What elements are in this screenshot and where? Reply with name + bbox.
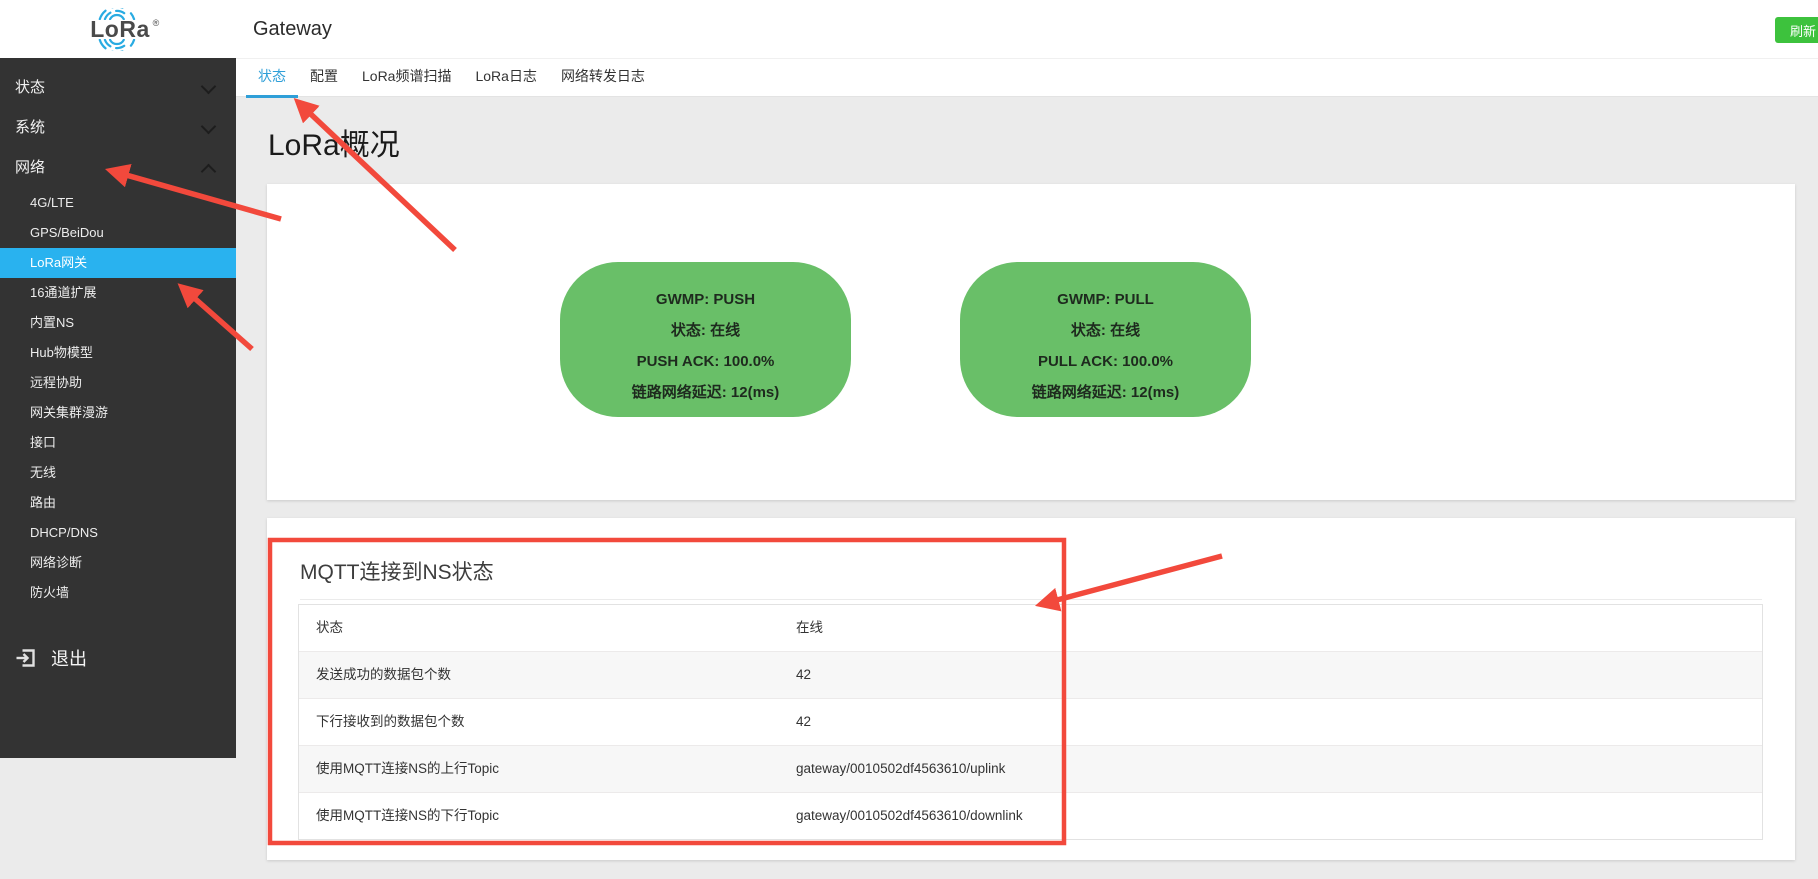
gwmp-push-card: GWMP: PUSH 状态: 在线 PUSH ACK: 100.0% 链路网络延迟: … — [560, 262, 851, 417]
sidebar-group[interactable]: 系统 — [0, 108, 236, 148]
gwmp-pull-card: GWMP: PULL 状态: 在线 PULL ACK: 100.0% 链路网络延迟: … — [960, 262, 1251, 417]
refresh-button[interactable]: 刷新 — [1775, 17, 1818, 43]
sidebar-group-label: 状态 — [15, 79, 46, 96]
divider — [300, 599, 1762, 600]
tab[interactable]: LoRa频谱扫描 — [350, 59, 463, 98]
page-title: LoRa概况 — [268, 129, 400, 162]
gwmp-card-line: 链路网络延迟: 12(ms) — [631, 384, 780, 401]
gwmp-status-panel: GWMP: PUSH 状态: 在线 PUSH ACK: 100.0% 链路网络延迟: … — [267, 184, 1795, 500]
sidebar-item[interactable]: 无线 — [0, 458, 236, 488]
tab[interactable]: LoRa日志 — [463, 59, 548, 98]
sidebar-group-label: 网络 — [15, 159, 46, 176]
table-row: 状态 在线 — [299, 605, 1762, 651]
header: LoRa ® Gateway 刷新 — [0, 0, 1818, 58]
sidebar-item[interactable]: 防火墙 — [0, 578, 236, 608]
sidebar-item[interactable]: 网络诊断 — [0, 548, 236, 578]
table-row-label: 下行接收到的数据包个数 — [316, 714, 465, 729]
table-row-value: gateway/0010502df4563610/uplink — [796, 761, 1006, 776]
mqtt-status-table: 状态 在线 发送成功的数据包个数 42 下行接收到的数据包个数 42 使用MQT… — [298, 604, 1763, 840]
mqtt-status-panel: MQTT连接到NS状态 状态 在线 发送成功的数据包个数 42 下行接收到的数据… — [267, 518, 1795, 860]
logout-button[interactable]: 退出 — [0, 640, 236, 676]
table-row-value: 42 — [796, 714, 812, 729]
tab[interactable]: 状态 — [246, 59, 298, 98]
logo-signal-arcs-icon — [98, 39, 136, 51]
sidebar-item[interactable]: 内置NS — [0, 308, 236, 338]
table-row-value: gateway/0010502df4563610/downlink — [796, 808, 1023, 823]
gwmp-card-line: GWMP: PUSH — [655, 291, 756, 308]
sidebar-item[interactable]: GPS/BeiDou — [0, 218, 236, 248]
chevron-up-icon — [200, 163, 217, 180]
gwmp-card-line: PULL ACK: 100.0% — [1037, 353, 1174, 370]
page-header-title: Gateway — [253, 18, 332, 40]
table-row-value: 在线 — [796, 620, 823, 635]
sidebar-item[interactable]: LoRa网关 — [0, 248, 236, 278]
sidebar: 状态 系统 网络 4G/LTE GPS/BeiDou LoRa网关 16通道扩展 内置N… — [0, 58, 236, 758]
tab[interactable]: 配置 — [298, 59, 350, 98]
gwmp-card-line: PUSH ACK: 100.0% — [636, 353, 775, 370]
gwmp-card-line: 链路网络延迟: 12(ms) — [1031, 384, 1180, 401]
sidebar-item[interactable]: 16通道扩展 — [0, 278, 236, 308]
tab[interactable]: 网络转发日志 — [549, 59, 657, 98]
table-row: 发送成功的数据包个数 42 — [299, 651, 1762, 698]
logo-signal-arcs-icon — [98, 8, 136, 20]
gwmp-card-line: GWMP: PULL — [1057, 291, 1154, 308]
table-row-label: 使用MQTT连接NS的上行Topic — [316, 761, 500, 776]
logout-label: 退出 — [51, 649, 87, 669]
lora-logo: LoRa ® — [72, 4, 168, 54]
table-row-label: 使用MQTT连接NS的下行Topic — [316, 808, 500, 823]
gwmp-card-line: 状态: 在线 — [670, 322, 741, 339]
sidebar-item[interactable]: 网关集群漫游 — [0, 398, 236, 428]
sidebar-item[interactable]: DHCP/DNS — [0, 518, 236, 548]
chevron-down-icon — [200, 78, 217, 95]
table-row: 下行接收到的数据包个数 42 — [299, 698, 1762, 745]
table-row: 使用MQTT连接NS的上行Topic gateway/0010502df4563… — [299, 745, 1762, 792]
table-row-value: 42 — [796, 667, 812, 682]
table-row: 使用MQTT连接NS的下行Topic gateway/0010502df4563… — [299, 792, 1762, 839]
table-row-label: 发送成功的数据包个数 — [316, 667, 451, 682]
sidebar-item[interactable]: 4G/LTE — [0, 188, 236, 218]
app-window: LoRa ® Gateway 刷新 状态 系统 网络 4G/LTE GPS/Be… — [0, 0, 1818, 879]
lora-logo-text: LoRa ® — [90, 8, 159, 51]
sidebar-item[interactable]: 远程协助 — [0, 368, 236, 398]
sidebar-group[interactable]: 网络 — [0, 148, 236, 188]
sidebar-item[interactable]: 路由 — [0, 488, 236, 518]
tab-bar: 状态 配置 LoRa频谱扫描 LoRa日志 网络转发日志 — [236, 58, 1818, 98]
logout-icon — [16, 649, 35, 667]
sidebar-group-label: 系统 — [15, 119, 46, 136]
table-row-label: 状态 — [316, 620, 343, 635]
chevron-down-icon — [200, 118, 217, 135]
mqtt-section-heading: MQTT连接到NS状态 — [300, 561, 494, 584]
sidebar-group[interactable]: 状态 — [0, 68, 236, 108]
sidebar-item[interactable]: 接口 — [0, 428, 236, 458]
registered-mark: ® — [152, 18, 160, 28]
gwmp-card-line: 状态: 在线 — [1070, 322, 1141, 339]
sidebar-item[interactable]: Hub物模型 — [0, 338, 236, 368]
